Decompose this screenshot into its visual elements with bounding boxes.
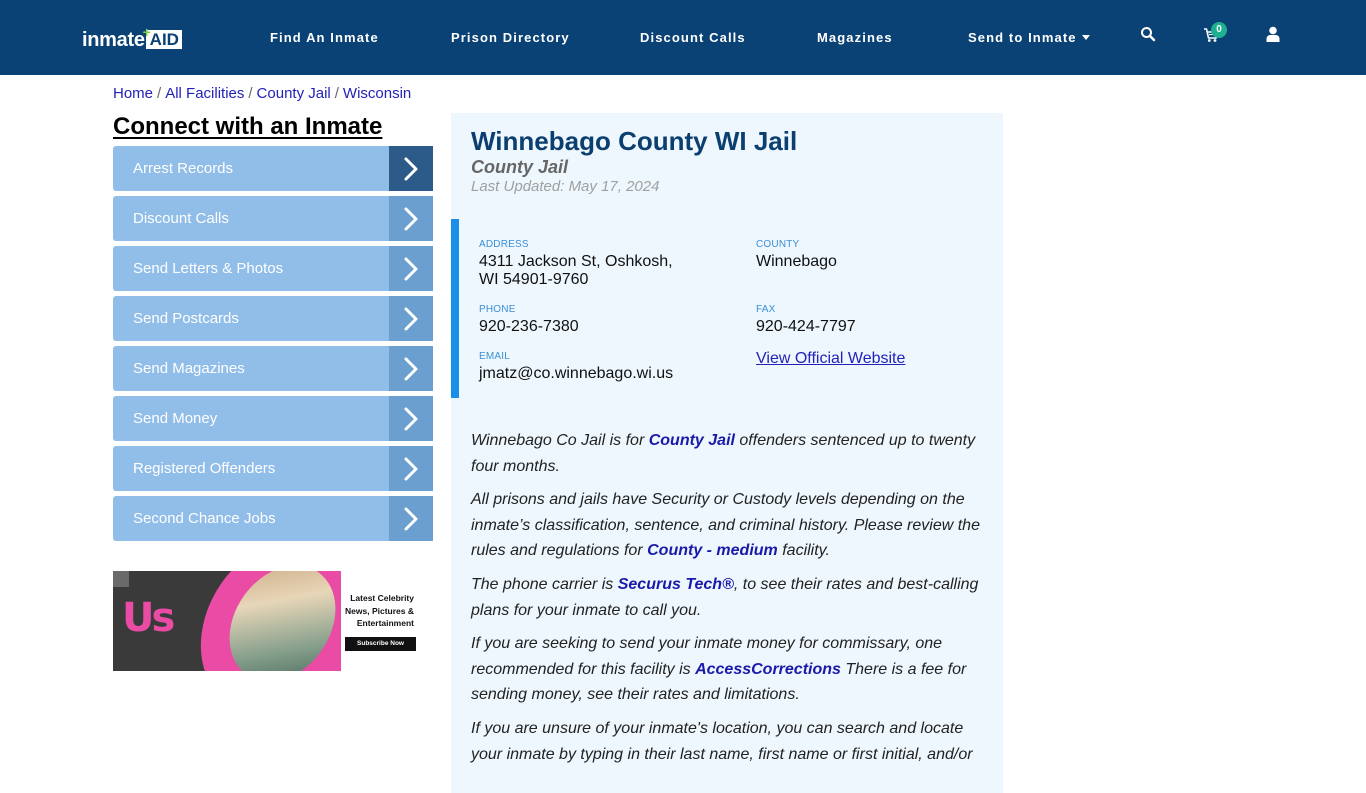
breadcrumb-wisconsin[interactable]: Wisconsin — [343, 85, 411, 102]
breadcrumb-separator: / — [157, 85, 162, 102]
search-icon[interactable] — [1140, 26, 1160, 46]
send-money-paragraph: If you are seeking to send your inmate m… — [471, 631, 986, 708]
paragraph-text: Winnebago Co Jail is for — [471, 432, 649, 449]
description-paragraph: Winnebago Co Jail is for County Jail off… — [471, 428, 986, 479]
chevron-right-icon — [389, 346, 433, 391]
breadcrumb: Home / All Facilities / County Jail / Wisconsi… — [113, 85, 411, 102]
sidebar-item-send-postcards[interactable]: Send Postcards — [113, 296, 433, 341]
nav-discount-calls[interactable]: Discount Calls — [640, 30, 746, 45]
facility-info-box: ADDRESS 4311 Jackson St, Oshkosh, WI 549… — [451, 219, 1003, 398]
info-accent-bar — [451, 219, 459, 398]
breadcrumb-all-facilities[interactable]: All Facilities — [165, 85, 244, 102]
sidebar-item-label: Send Postcards — [133, 310, 239, 327]
nav-prison-directory[interactable]: Prison Directory — [451, 30, 570, 45]
securus-tech-link[interactable]: Securus Tech® — [618, 576, 734, 593]
sidebar-title: Connect with an Inmate — [113, 113, 383, 140]
breadcrumb-separator: / — [334, 85, 339, 102]
county-label: COUNTY — [756, 239, 800, 250]
ad-brand-logo: Us — [122, 595, 175, 641]
sidebar-item-label: Registered Offenders — [133, 460, 276, 477]
top-navbar: inmate + AID Find An Inmate Prison Direct… — [0, 0, 1366, 75]
sidebar-item-label: Discount Calls — [133, 210, 229, 227]
sidebar-item-label: Send Magazines — [133, 360, 245, 377]
nav-magazines[interactable]: Magazines — [817, 30, 893, 45]
sidebar-item-discount-calls[interactable]: Discount Calls — [113, 196, 433, 241]
chevron-right-icon — [389, 246, 433, 291]
email-label: EMAIL — [479, 351, 511, 362]
address-line1: 4311 Jackson St, Oshkosh, — [479, 253, 673, 270]
address-line2: WI 54901-9760 — [479, 271, 589, 288]
chevron-right-icon — [389, 196, 433, 241]
paragraph-text: The phone carrier is — [471, 576, 618, 593]
phone-carrier-paragraph: The phone carrier is Securus Tech®, to s… — [471, 572, 986, 623]
us-weekly-ad-banner[interactable]: Us Latest Celebrity News, Pictures & Ent… — [113, 571, 416, 671]
logo-accent-text: AID — [149, 30, 179, 49]
access-corrections-link[interactable]: AccessCorrections — [695, 661, 841, 678]
sidebar-item-label: Send Letters & Photos — [133, 260, 284, 277]
phone-value: 920-236-7380 — [479, 318, 579, 335]
phone-label: PHONE — [479, 304, 516, 315]
chevron-right-icon — [389, 146, 433, 191]
facility-title: Winnebago County WI Jail — [471, 126, 798, 156]
inmateaid-logo[interactable]: inmate + AID — [82, 24, 182, 52]
nav-find-an-inmate[interactable]: Find An Inmate — [270, 30, 379, 45]
cart-count-badge: 0 — [1211, 22, 1227, 38]
sidebar-item-label: Arrest Records — [133, 160, 234, 177]
ad-corner-decoration — [113, 571, 129, 587]
sidebar-item-label: Send Money — [133, 410, 218, 427]
paragraph-text: If you are unsure of your inmate's locat… — [471, 720, 973, 763]
chevron-right-icon — [389, 396, 433, 441]
sidebar-item-send-magazines[interactable]: Send Magazines — [113, 346, 433, 391]
address-label: ADDRESS — [479, 239, 529, 250]
user-icon[interactable] — [1266, 26, 1286, 46]
security-level-paragraph: All prisons and jails have Security or C… — [471, 487, 986, 564]
ad-headline: Latest Celebrity News, Pictures & Entert… — [345, 593, 414, 628]
fax-value: 920-424-7797 — [756, 318, 856, 335]
caret-down-icon — [1081, 35, 1090, 40]
ad-subscribe-button[interactable]: Subscribe Now — [345, 637, 416, 651]
logo-plus-icon: + — [142, 24, 151, 40]
county-value: Winnebago — [756, 253, 837, 270]
breadcrumb-separator: / — [248, 85, 253, 102]
sidebar-item-second-chance-jobs[interactable]: Second Chance Jobs — [113, 496, 433, 541]
inmate-search-paragraph: If you are unsure of your inmate's locat… — [471, 716, 986, 767]
breadcrumb-county-jail[interactable]: County Jail — [257, 85, 331, 102]
last-updated: Last Updated: May 17, 2024 — [471, 178, 660, 195]
sidebar-menu: Arrest Records Discount Calls Send Lette… — [113, 146, 433, 546]
sidebar-item-registered-offenders[interactable]: Registered Offenders — [113, 446, 433, 491]
breadcrumb-home[interactable]: Home — [113, 85, 153, 102]
sidebar-item-arrest-records[interactable]: Arrest Records — [113, 146, 433, 191]
email-value: jmatz@co.winnebago.wi.us — [479, 365, 674, 382]
logo-text: inmate — [82, 29, 145, 51]
sidebar-item-label: Second Chance Jobs — [133, 510, 276, 527]
paragraph-text: facility. — [777, 542, 830, 559]
nav-send-to-inmate-label: Send to Inmate — [968, 30, 1077, 45]
nav-send-to-inmate[interactable]: Send to Inmate — [968, 30, 1090, 45]
sidebar-item-send-letters-photos[interactable]: Send Letters & Photos — [113, 246, 433, 291]
county-jail-link[interactable]: County Jail — [649, 432, 735, 449]
fax-label: FAX — [756, 304, 776, 315]
chevron-right-icon — [389, 496, 433, 541]
sidebar-item-send-money[interactable]: Send Money — [113, 396, 433, 441]
logo-accent: + AID — [143, 24, 182, 49]
chevron-right-icon — [389, 296, 433, 341]
security-level-link[interactable]: County - medium — [647, 542, 778, 559]
chevron-right-icon — [389, 446, 433, 491]
official-website-link[interactable]: View Official Website — [756, 350, 905, 368]
facility-type: County Jail — [471, 157, 569, 177]
